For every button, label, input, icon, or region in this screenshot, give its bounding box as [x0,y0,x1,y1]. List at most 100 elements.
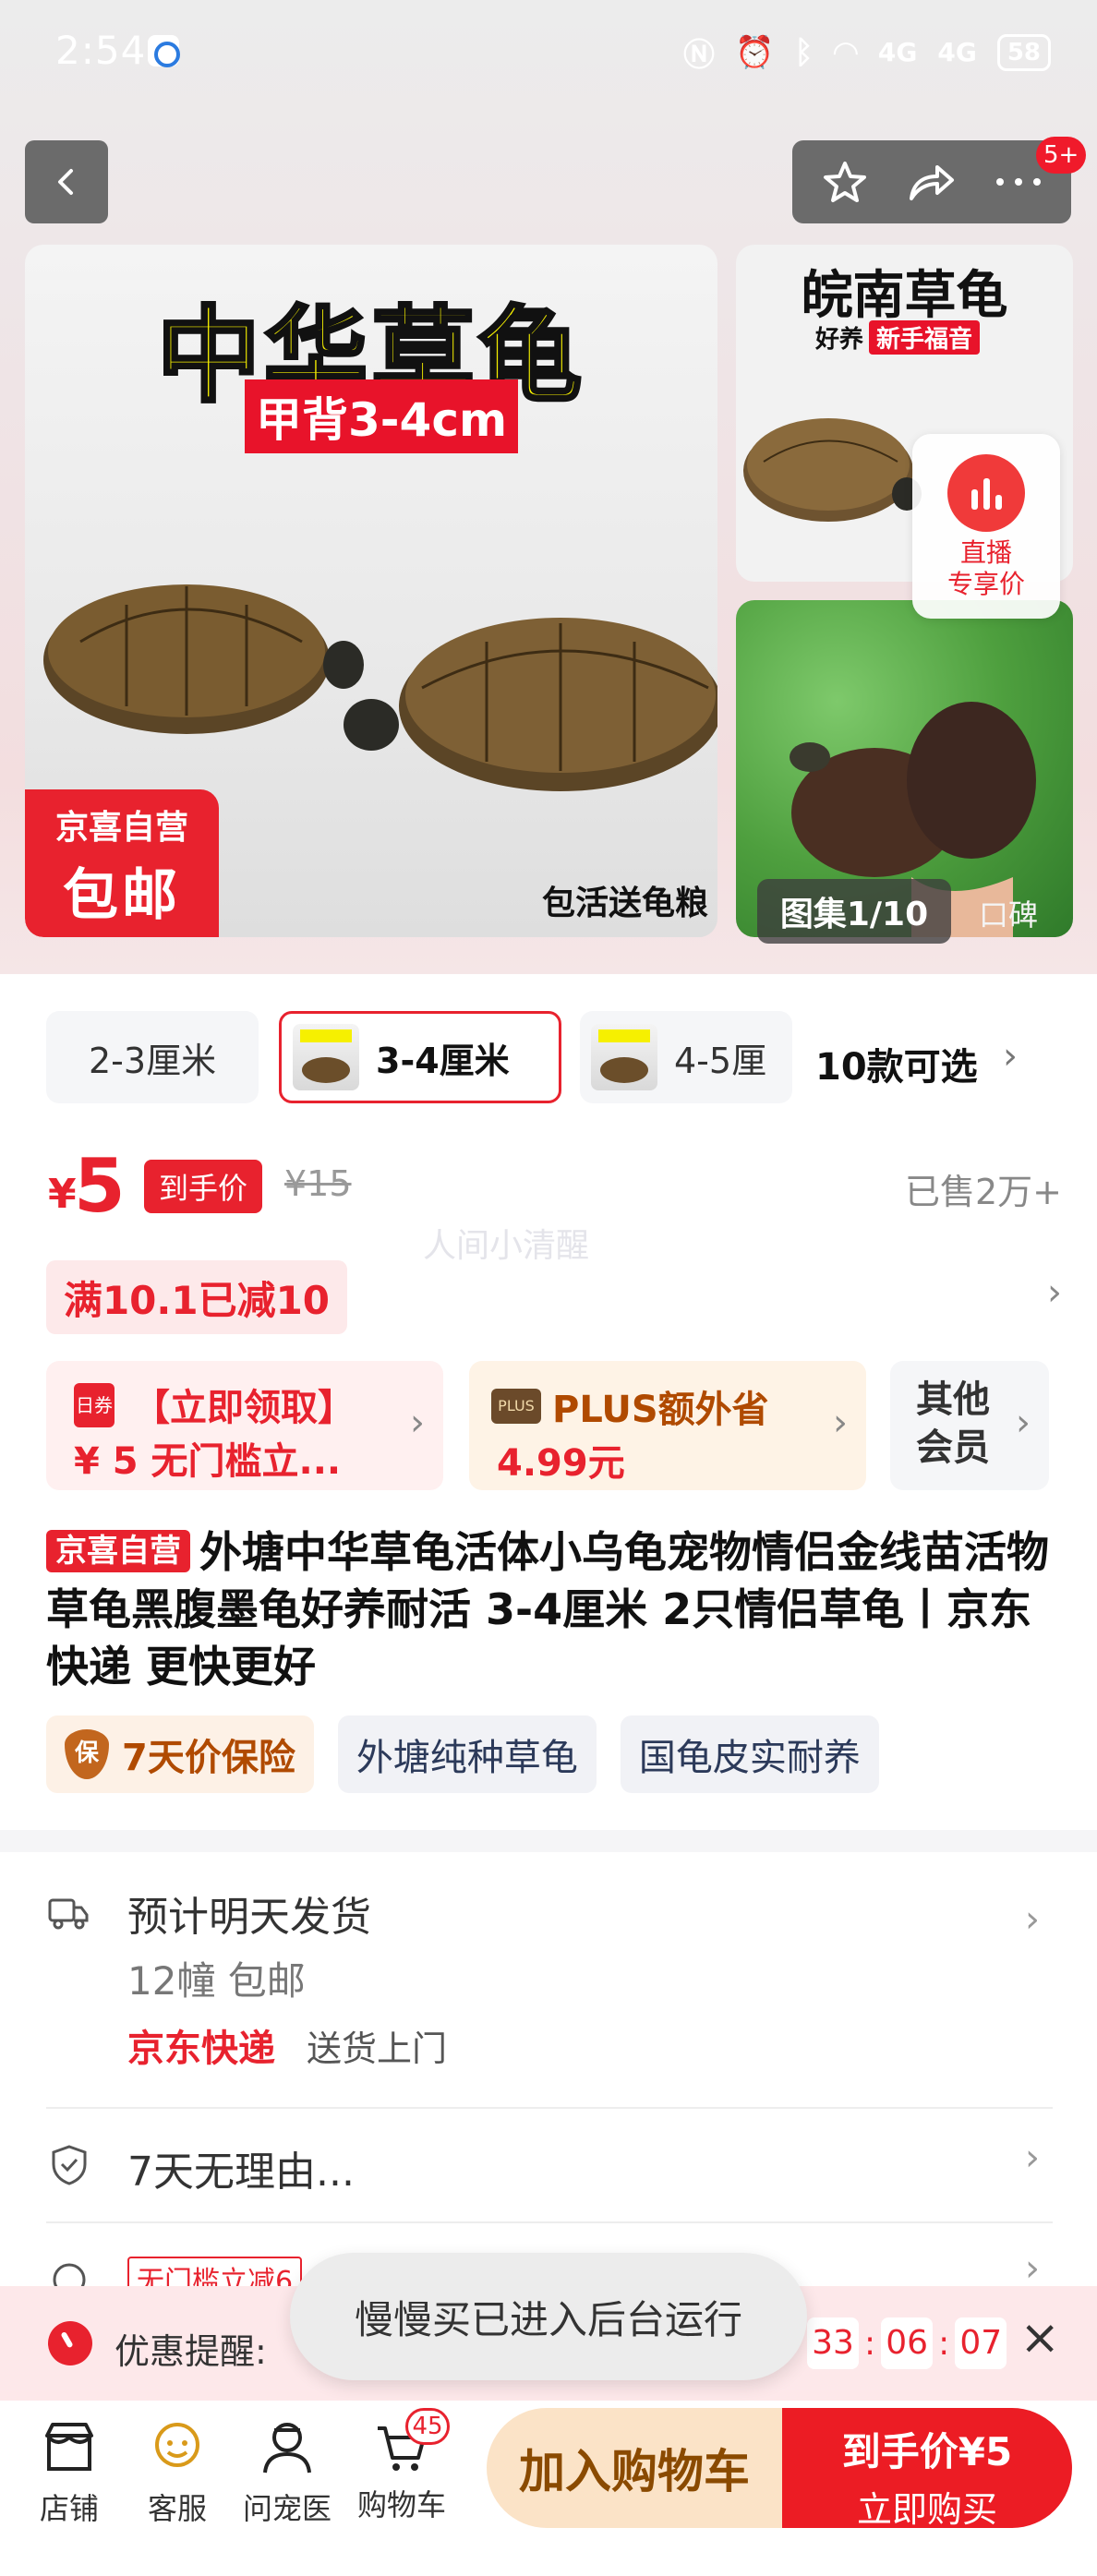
alarm-icon: ⏰ [734,33,775,71]
final-price-tag: 到手价 [144,1160,263,1213]
shield-check-icon [52,2145,87,2185]
variant-thumbnail [293,1024,359,1090]
timer-seconds: 07 [955,2317,1007,2369]
cart-count-badge: 45 [405,2408,450,2445]
other-members-label: 其他会员 [916,1378,990,1469]
share-icon [910,165,954,200]
feature-tag-purebred[interactable]: 外塘纯种草龟 [337,1715,597,1793]
variant-count[interactable]: 10款可选 [815,1037,978,1090]
nav-store-label: 店铺 [39,2491,99,2526]
discount-pill: 满10.1已减10 [46,1260,347,1334]
truck-icon [48,1898,89,1930]
live-label-2: 专享价 [946,569,1025,599]
buy-now-button[interactable]: 到手价¥5 立即购买 [782,2408,1072,2530]
nav-cart[interactable]: 45 购物车 [342,2408,462,2524]
price-value: 5 [74,1143,126,1229]
chevron-right-icon: › [833,1402,848,1444]
ship-location: 12幢 包邮 [127,1958,306,2004]
price-row: ¥ 5 到手价 ¥15 已售2万+ [46,1143,1062,1229]
nav-vet-label: 问宠医 [242,2491,332,2526]
coupon-gear-icon [53,2263,86,2288]
store-icon [45,2423,93,2471]
variant-selector: 2-3厘米 3-4厘米 4-5厘 10款可选 › [0,1002,1097,1113]
cart-icon-wrap: 45 [372,2408,450,2476]
badge-line-top: 京喜自营 [54,809,188,847]
timer-minutes: 06 [881,2317,934,2369]
ship-carrier: 京东快递 [127,2028,275,2070]
coupon-card-detail: ¥ 5 无门槛立... [74,1440,342,1483]
coupon-row[interactable]: 满10.1已减10 › [46,1260,1062,1334]
close-icon[interactable]: × [1019,2310,1060,2365]
self-operated-tag: 京喜自营 [46,1530,190,1572]
main-image-caption: 包活送龟粮 [541,885,708,922]
signal-4g-icon-2: 4G [937,37,977,67]
original-price: ¥15 [284,1163,352,1204]
status-bar: 2:54 Ⓝ ⏰ ᛒ ◠ 4G 4G 58 [0,0,1097,111]
bluetooth-icon: ᛒ [794,33,814,71]
back-button[interactable] [25,140,108,223]
nav-customer-service[interactable]: 客服 [117,2417,237,2528]
nav-store[interactable]: 店铺 [9,2417,129,2528]
plus-card-title: PLUS额外省 [552,1389,769,1431]
favorite-button[interactable] [808,145,882,219]
status-time: 2:54 [55,28,147,73]
countdown-timer: 33 : 06 : 07 [807,2317,1007,2369]
toast-message: 慢慢买已进入后台运行 [290,2253,807,2380]
live-stream-widget[interactable]: 直播 专享价 [912,434,1060,619]
price-currency: ¥ [48,1171,77,1218]
chevron-right-icon[interactable]: › [1003,1035,1018,1077]
product-title: 京喜自营 外塘中华草龟活体小乌龟宠物情侣金线苗活物草龟黑腹墨龟好养耐活 3-4厘米… [46,1523,1053,1695]
chevron-right-icon: › [1025,2251,1040,2288]
header-actions [792,140,1071,223]
plus-savings-card[interactable]: PLUS PLUS额外省 4.99元 › [469,1361,866,1490]
add-to-cart-button[interactable]: 加入购物车 [487,2408,782,2528]
return-policy-label: 7天无理由... [127,2149,355,2196]
self-operated-badge: 京喜自营 包邮 [25,789,219,937]
buy-price-label: 到手价¥5 [841,2429,1013,2474]
feature-tag-hardy[interactable]: 国龟皮实耐养 [620,1715,879,1793]
live-label-1: 直播 [959,537,1012,568]
signal-4g-icon-1: 4G [877,37,918,67]
star-icon [824,162,866,202]
gallery-counter[interactable]: 图集1/10 [757,879,951,944]
timer-colon: : [864,2324,876,2363]
ship-service: 送货上门 [307,2028,448,2069]
timer-colon: : [938,2324,950,2363]
chevron-right-icon: › [410,1402,425,1444]
divider [46,2221,1053,2223]
clock-icon [48,2321,92,2365]
chevron-right-icon: › [1016,1402,1031,1444]
main-product-image[interactable]: 中华草龟 甲背3-4cm 京喜自营 包邮 包活送龟粮 [25,245,717,937]
more-badge: 5+ [1036,137,1087,174]
nfc-icon: Ⓝ [682,37,715,74]
chevron-right-icon: › [1025,1898,1040,1941]
plus-card-amount: 4.99元 [497,1442,625,1485]
variant-thumbnail [591,1024,657,1090]
live-icon [947,454,1025,532]
feature-tags: 保 7天价保险 外塘纯种草龟 国龟皮实耐养 [46,1715,879,1793]
divider [46,2107,1053,2109]
nav-pet-doctor[interactable]: 问宠医 [227,2417,347,2528]
share-button[interactable] [895,145,969,219]
coupon-card[interactable]: 日券 【立即领取】 ¥ 5 无门槛立... › [46,1361,443,1490]
price-protection-tag[interactable]: 保 7天价保险 [46,1715,314,1793]
return-policy-row[interactable]: 7天无理由... › [0,2124,1097,2197]
battery-indicator: 58 [996,33,1051,71]
variant-option-1[interactable]: 2-3厘米 [46,1011,259,1103]
coupon-icon: 日券 [74,1383,115,1427]
review-link[interactable]: 口碑 [979,892,1038,934]
reminder-label: 优惠提醒: [115,2331,267,2372]
other-members-card[interactable]: 其他会员 › [890,1361,1049,1490]
chevron-right-icon: › [1025,2137,1040,2179]
variant-option-2[interactable]: 3-4厘米 [279,1011,561,1103]
variant-option-3[interactable]: 4-5厘 [580,1011,792,1103]
badge-line-bottom: 包邮 [63,863,181,928]
chevron-right-icon: › [1047,1271,1062,1314]
shield-icon: 保 [65,1729,109,1779]
nav-cart-label: 购物车 [356,2487,446,2522]
nav-service-label: 客服 [147,2491,207,2526]
section-divider [0,1830,1097,1852]
ship-estimate: 预计明天发货 [127,1894,371,1941]
customer-service-icon [155,2423,199,2467]
status-icons: Ⓝ ⏰ ᛒ ◠ 4G 4G 58 [683,30,1051,75]
